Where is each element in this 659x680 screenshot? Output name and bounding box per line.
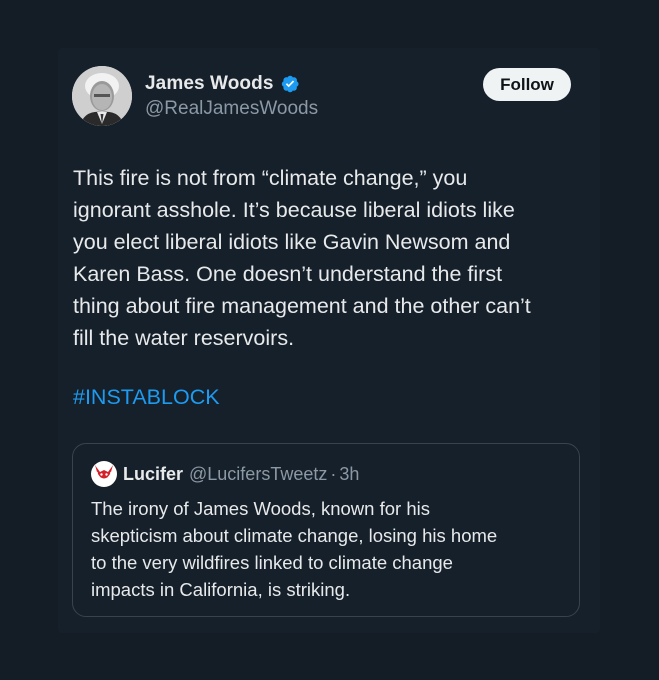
quoted-avatar[interactable]: [91, 461, 117, 487]
verified-badge-icon: [280, 74, 300, 94]
author-display-name[interactable]: James Woods: [145, 73, 274, 95]
quoted-tweet-text: The irony of James Woods, known for his …: [91, 498, 498, 600]
quoted-handle[interactable]: @LucifersTweetz: [189, 464, 327, 485]
follow-button[interactable]: Follow: [483, 68, 571, 101]
avatar[interactable]: [72, 66, 132, 126]
separator-dot: ·: [330, 463, 337, 484]
author-photo: [72, 66, 132, 126]
quoted-tweet-header: Lucifer @LucifersTweetz · 3h: [91, 461, 359, 487]
quoted-tweet[interactable]: Lucifer @LucifersTweetz · 3h The irony o…: [72, 443, 580, 617]
tweet-text: This fire is not from “climate change,” …: [73, 166, 531, 350]
author-handle[interactable]: @RealJamesWoods: [145, 98, 318, 120]
quoted-timestamp[interactable]: 3h: [339, 464, 359, 485]
author-name-row: James Woods: [145, 73, 300, 95]
quoted-display-name[interactable]: Lucifer: [123, 464, 183, 485]
hashtag-link[interactable]: #INSTABLOCK: [73, 381, 220, 413]
red-devil-avatar: [91, 461, 117, 487]
